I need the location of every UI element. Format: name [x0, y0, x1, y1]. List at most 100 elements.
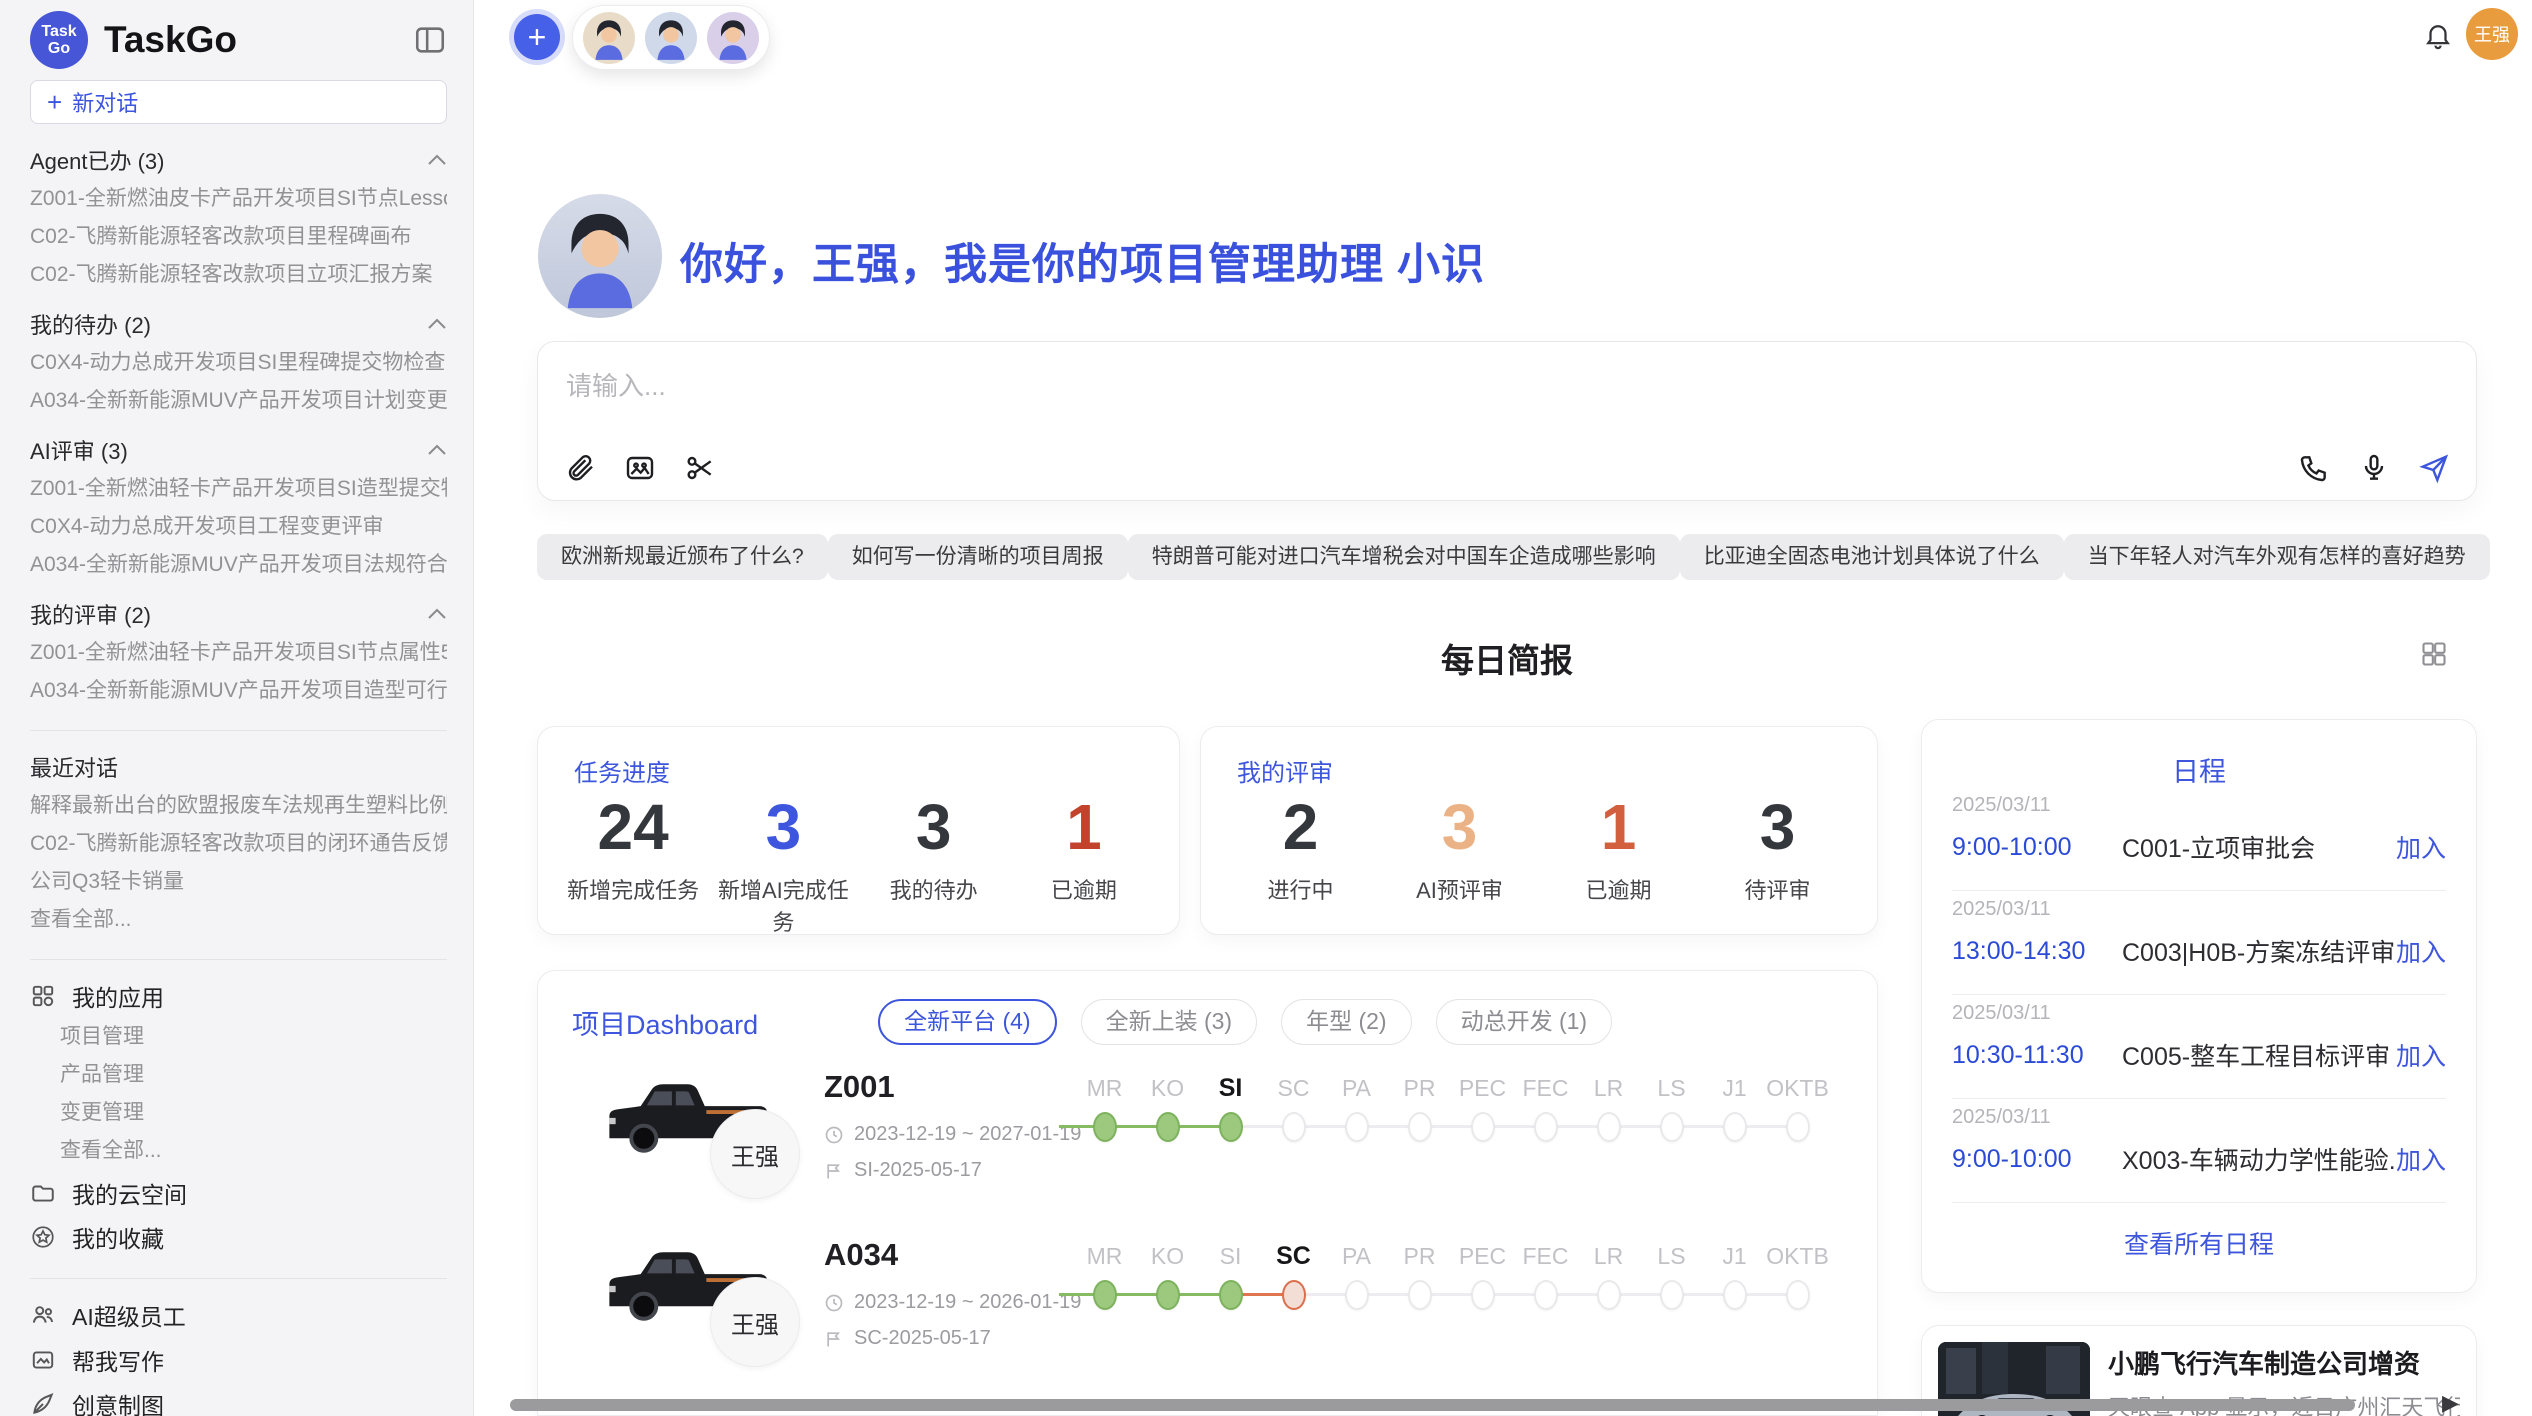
stat-label: 已逾期 — [1009, 873, 1159, 905]
section-header-my-todo[interactable]: 我的待办 (2) — [30, 310, 447, 338]
pen-icon — [30, 1391, 56, 1416]
project-row[interactable]: 王强 Z001 2023-12-19 ~ 2027-01-19 SI-2025-… — [538, 1057, 1877, 1225]
stat: 2 进行中 — [1221, 789, 1380, 905]
tab-new-body[interactable]: 全新上装 (3) — [1081, 999, 1258, 1045]
milestone-label: OKTB — [1766, 1071, 1829, 1105]
daily-brief-title: 每日简报 — [537, 634, 2477, 682]
suggestion-chip[interactable]: 如何写一份清晰的项目周报 — [828, 534, 1128, 580]
logo-text-top: Task — [41, 23, 76, 40]
task-item[interactable]: C0X4-动力总成开发项目SI里程碑提交物检查 — [30, 350, 447, 376]
phone-call-icon[interactable] — [2298, 452, 2330, 484]
suggestion-chip[interactable]: 比亚迪全固态电池计划具体说了什么 — [1680, 534, 2064, 580]
apps-view-all[interactable]: 查看全部... — [60, 1138, 447, 1164]
user-avatar[interactable]: 王强 — [2466, 8, 2518, 60]
milestone: LS — [1640, 1239, 1703, 1317]
image-doc-icon — [30, 1347, 56, 1373]
section-header-recent[interactable]: 最近对话 — [30, 753, 447, 781]
recent-chat-item[interactable]: C02-飞腾新能源轻客改款项目的闭环通告反馈情况 — [30, 831, 447, 857]
clock-icon — [824, 1293, 844, 1313]
milestone-dot — [1660, 1280, 1684, 1310]
message-composer — [537, 341, 2477, 501]
milestone-dot — [1219, 1112, 1243, 1142]
image-upload-icon[interactable] — [624, 452, 656, 484]
task-item[interactable]: C02-飞腾新能源轻客改款项目里程碑画布 — [30, 224, 447, 250]
join-button[interactable]: 加入 — [2396, 1141, 2446, 1177]
milestone: OKTB — [1766, 1071, 1829, 1149]
recent-chat-item[interactable]: 公司Q3轻卡销量 — [30, 869, 447, 895]
sidebar-collapse-icon[interactable] — [413, 23, 447, 57]
scroll-right-arrow[interactable]: ▶ — [2442, 1390, 2459, 1416]
sidebar: Task Go TaskGo + 新对话 Agent已办 (3) Z001-全新… — [0, 0, 474, 1416]
chevron-up-icon — [427, 443, 447, 457]
section-header-agent-done[interactable]: Agent已办 (3) — [30, 146, 447, 174]
task-item[interactable]: A034-全新新能源MUV产品开发项目造型可行性评审 — [30, 678, 447, 704]
section-title: Agent已办 (3) — [30, 144, 165, 176]
join-button[interactable]: 加入 — [2396, 1037, 2446, 1073]
attachment-icon[interactable] — [564, 452, 596, 484]
milestone-label: FEC — [1514, 1239, 1577, 1273]
scissors-icon[interactable] — [684, 452, 716, 484]
milestone: PR — [1388, 1239, 1451, 1317]
people-icon — [30, 1302, 56, 1328]
task-item[interactable]: C02-飞腾新能源轻客改款项目立项汇报方案 — [30, 262, 447, 288]
recent-view-all[interactable]: 查看全部... — [30, 907, 447, 933]
milestone-dot — [1471, 1112, 1495, 1142]
app-link-change-mgmt[interactable]: 变更管理 — [60, 1100, 447, 1126]
milestone-dot — [1534, 1280, 1558, 1310]
microphone-icon[interactable] — [2358, 452, 2390, 484]
new-chat-button[interactable]: + 新对话 — [30, 80, 447, 124]
view-all-schedule-link[interactable]: 查看所有日程 — [1922, 1225, 2476, 1261]
tab-new-platform[interactable]: 全新平台 (4) — [878, 999, 1057, 1045]
stat-value: 3 — [859, 789, 1009, 865]
suggestion-chip[interactable]: 欧洲新规最近颁布了什么? — [537, 534, 828, 580]
new-session-button[interactable]: + — [514, 14, 560, 60]
layout-grid-icon[interactable] — [2420, 640, 2448, 668]
milestone-dot — [1219, 1280, 1243, 1310]
stat-label: AI预评审 — [1380, 873, 1539, 905]
task-item[interactable]: A034-全新新能源MUV产品开发项目计划变更表编写 — [30, 388, 447, 414]
chevron-up-icon — [427, 153, 447, 167]
task-item[interactable]: Z001-全新燃油轻卡产品开发项目SI节点属性5D文件评审 — [30, 640, 447, 666]
milestone: KO — [1136, 1071, 1199, 1149]
agent-avatar[interactable] — [583, 12, 635, 64]
creative-draw-label: 创意制图 — [72, 1387, 164, 1416]
schedule-date: 2025/03/11 — [1952, 1002, 2446, 1025]
sidebar-item-ai-employee[interactable]: AI超级员工 — [30, 1299, 447, 1331]
milestone-label: SC — [1262, 1071, 1325, 1105]
message-input[interactable] — [566, 364, 1966, 408]
tab-model-year[interactable]: 年型 (2) — [1281, 999, 1412, 1045]
task-item[interactable]: Z001-全新燃油轻卡产品开发项目SI造型提交物评审 — [30, 476, 447, 502]
sidebar-item-help-write[interactable]: 帮我写作 — [30, 1345, 447, 1375]
horizontal-scrollbar[interactable] — [510, 1399, 2355, 1411]
sidebar-item-my-apps[interactable]: 我的应用 — [30, 980, 447, 1012]
task-item[interactable]: C0X4-动力总成开发项目工程变更评审 — [30, 514, 447, 540]
app-link-project-mgmt[interactable]: 项目管理 — [60, 1024, 447, 1050]
folder-icon — [30, 1180, 56, 1206]
milestone-dot — [1408, 1112, 1432, 1142]
suggestion-chip[interactable]: 特朗普可能对进口汽车增税会对中国车企造成哪些影响 — [1128, 534, 1680, 580]
flag-icon — [824, 1329, 844, 1349]
sidebar-item-favorites[interactable]: 我的收藏 — [30, 1222, 447, 1252]
join-button[interactable]: 加入 — [2396, 829, 2446, 865]
suggestion-chip[interactable]: 当下年轻人对汽车外观有怎样的喜好趋势 — [2064, 534, 2490, 580]
task-item[interactable]: Z001-全新燃油皮卡产品开发项目SI节点Lesson Learn报告 — [30, 186, 447, 212]
cloud-space-label: 我的云空间 — [72, 1176, 187, 1210]
milestone-label: PR — [1388, 1071, 1451, 1105]
agent-avatar[interactable] — [645, 12, 697, 64]
schedule-time: 9:00-10:00 — [1952, 833, 2122, 862]
task-item[interactable]: A034-全新新能源MUV产品开发项目法规符合性评审 — [30, 552, 447, 578]
sidebar-item-creative-draw[interactable]: 创意制图 — [30, 1389, 447, 1416]
milestone-label: PEC — [1451, 1239, 1514, 1273]
notification-bell-icon[interactable] — [2423, 20, 2453, 50]
app-link-product-mgmt[interactable]: 产品管理 — [60, 1062, 447, 1088]
section-header-ai-review[interactable]: AI评审 (3) — [30, 436, 447, 464]
milestone: SC — [1262, 1239, 1325, 1317]
send-icon[interactable] — [2418, 452, 2450, 484]
recent-chat-item[interactable]: 解释最新出台的欧盟报废车法规再生塑料比例被调至15%... — [30, 793, 447, 819]
agent-avatar[interactable] — [707, 12, 759, 64]
section-header-my-review[interactable]: 我的评审 (2) — [30, 600, 447, 628]
join-button[interactable]: 加入 — [2396, 933, 2446, 969]
tab-powertrain[interactable]: 动总开发 (1) — [1436, 999, 1613, 1045]
project-row[interactable]: 王强 A034 2023-12-19 ~ 2026-01-19 SC-2025-… — [538, 1225, 1877, 1393]
sidebar-item-cloud-space[interactable]: 我的云空间 — [30, 1178, 447, 1208]
